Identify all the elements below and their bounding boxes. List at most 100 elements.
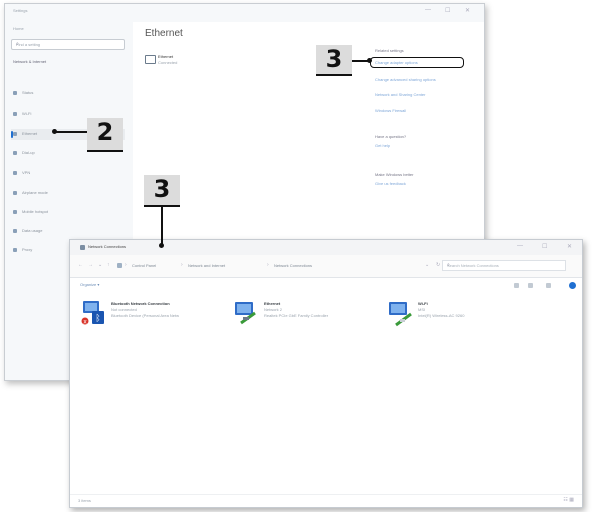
- home-link[interactable]: Home: [13, 26, 24, 31]
- network-sharing-center-link[interactable]: Network and Sharing Center: [375, 92, 425, 97]
- address-bar: ← → ⌄ ↑ › Control Panel › Network and In…: [70, 255, 582, 278]
- sidebar-section-label: Network & Internet: [13, 59, 47, 64]
- recent-button[interactable]: ⌄: [98, 262, 102, 268]
- callout-3-badge-middle: 3: [144, 175, 180, 207]
- network-connections-window: Network Connections — ☐ ✕ ← → ⌄ ↑ › Cont…: [69, 239, 583, 508]
- sidebar-item-label: Mobile hotspot: [22, 209, 49, 214]
- search-icon: ⌕: [447, 262, 450, 268]
- get-help-link[interactable]: Get help: [375, 143, 390, 148]
- settings-search-input[interactable]: Find a setting ⌕: [11, 39, 125, 50]
- improve-title: Make Windows better: [375, 172, 414, 177]
- minimize-button[interactable]: —: [517, 243, 523, 249]
- advanced-sharing-link[interactable]: Change advanced sharing options: [375, 77, 436, 82]
- feedback-link[interactable]: Give us feedback: [375, 181, 406, 186]
- network-connections-icon: [80, 245, 85, 250]
- ethernet-monitor-icon: [145, 55, 156, 64]
- sidebar-item-label: Wi-Fi: [22, 111, 32, 116]
- adapter-name: Ethernet: [264, 301, 281, 306]
- page-title: Ethernet: [145, 28, 183, 39]
- view-options-icon[interactable]: [514, 283, 519, 288]
- status-icon: [13, 91, 17, 95]
- refresh-icon[interactable]: ↻: [436, 262, 440, 268]
- dialup-icon: [13, 151, 17, 155]
- chevron-right-icon: ›: [125, 262, 127, 268]
- adapter-device: Realtek PCIe GbE Family Controller: [264, 313, 329, 318]
- hotspot-icon: [13, 210, 17, 214]
- adapter-device: Intel(R) Wireless-AC 9260: [418, 313, 465, 318]
- settings-app-title: Settings: [13, 8, 28, 13]
- wifi-icon: [13, 112, 17, 116]
- sidebar-item-label: Ethernet: [22, 131, 38, 136]
- callout-3-anchor-dot-top: [367, 58, 372, 63]
- sidebar-item-vpn[interactable]: VPN: [11, 168, 125, 179]
- sidebar-item-label: Data usage: [22, 228, 43, 233]
- callout-3-badge-top: 3: [316, 45, 352, 76]
- sidebar-item-label: Airplane mode: [22, 190, 48, 195]
- sidebar-item-hotspot[interactable]: Mobile hotspot: [11, 207, 125, 218]
- sidebar-item-label: VPN: [22, 170, 31, 175]
- adapter-bluetooth[interactable]: ᛒ x Bluetooth Network Connection Not con…: [80, 299, 230, 331]
- bluetooth-adapter-icon: ᛒ x: [81, 301, 104, 326]
- close-button[interactable]: ✕: [465, 7, 470, 14]
- sidebar-item-label: Dial-up: [22, 150, 35, 155]
- window-title: Network Connections: [88, 244, 127, 249]
- search-input[interactable]: Search Network Connections ⌕: [442, 260, 566, 271]
- maximize-button[interactable]: ☐: [542, 243, 547, 250]
- toolbar: Organize ▾: [70, 278, 582, 292]
- chevron-right-icon: ›: [181, 262, 183, 268]
- adapter-ethernet[interactable]: Ethernet Network 2 Realtek PCIe GbE Fami…: [233, 299, 383, 331]
- forward-button[interactable]: →: [88, 262, 93, 268]
- sidebar-item-label: Proxy: [22, 247, 33, 252]
- control-panel-icon: [117, 263, 122, 268]
- breadcrumb-network-internet[interactable]: Network and Internet: [188, 263, 225, 268]
- data-usage-icon: [13, 229, 17, 233]
- view-toggle[interactable]: ☷ ▦: [563, 497, 574, 503]
- adapter-device: Bluetooth Device (Personal Area Netw: [111, 313, 180, 318]
- adapter-status: Not connected: [111, 307, 137, 312]
- breadcrumb-control-panel[interactable]: Control Panel: [132, 263, 156, 268]
- callout-2-badge: 2: [87, 118, 123, 152]
- related-settings-title: Related settings: [375, 48, 404, 53]
- airplane-icon: [13, 191, 17, 195]
- adapter-status: MSI: [418, 307, 426, 312]
- up-button[interactable]: ↑: [107, 262, 110, 268]
- maximize-button[interactable]: ☐: [445, 7, 450, 14]
- highlight-box: [370, 57, 464, 68]
- ethernet-adapter-icon: [235, 302, 256, 325]
- adapter-status: Network 2: [264, 307, 283, 312]
- organize-button[interactable]: Organize ▾: [80, 282, 99, 287]
- callout-3-anchor-dot-middle: [159, 243, 164, 248]
- back-button[interactable]: ←: [78, 262, 83, 268]
- ethernet-icon: [13, 132, 17, 136]
- status-bar: 3 items ☷ ▦: [70, 494, 582, 507]
- adapter-name: Bluetooth Network Connection: [111, 301, 170, 306]
- wifi-adapter-icon: [389, 302, 412, 327]
- adapter-name: Wi-Fi: [418, 301, 428, 306]
- item-count: 3 items: [78, 498, 91, 503]
- dropdown-icon[interactable]: ⌄: [425, 262, 429, 268]
- sidebar-item-status[interactable]: Status: [11, 88, 125, 99]
- close-button[interactable]: ✕: [567, 243, 572, 250]
- breadcrumb-network-connections[interactable]: Network Connections: [274, 263, 312, 268]
- svg-text:ᛒ: ᛒ: [95, 313, 100, 324]
- callout-3-leader-line-top: [352, 60, 368, 62]
- question-title: Have a question?: [375, 134, 407, 139]
- vpn-icon: [13, 171, 17, 175]
- windows-firewall-link[interactable]: Windows Firewall: [375, 108, 406, 113]
- minimize-button[interactable]: —: [425, 7, 431, 13]
- sidebar-item-airplane[interactable]: Airplane mode: [11, 188, 125, 199]
- sidebar-item-label: Status: [22, 90, 34, 95]
- connection-name[interactable]: Ethernet: [158, 54, 173, 59]
- proxy-icon: [13, 248, 17, 252]
- settings-titlebar: Settings — ☐ ✕: [5, 4, 484, 22]
- netconn-titlebar: Network Connections — ☐ ✕: [70, 240, 582, 255]
- chevron-right-icon: ›: [267, 262, 269, 268]
- sidebar-item-datausage[interactable]: Data usage: [11, 226, 125, 237]
- more-options-icon[interactable]: [528, 283, 533, 288]
- search-icon: ⌕: [16, 41, 19, 47]
- preview-pane-icon[interactable]: [546, 283, 551, 288]
- connection-status: Connected: [158, 60, 178, 65]
- help-icon[interactable]: [569, 282, 576, 289]
- adapter-wifi[interactable]: Wi-Fi MSI Intel(R) Wireless-AC 9260: [387, 299, 537, 331]
- callout-2-leader-line: [55, 131, 87, 133]
